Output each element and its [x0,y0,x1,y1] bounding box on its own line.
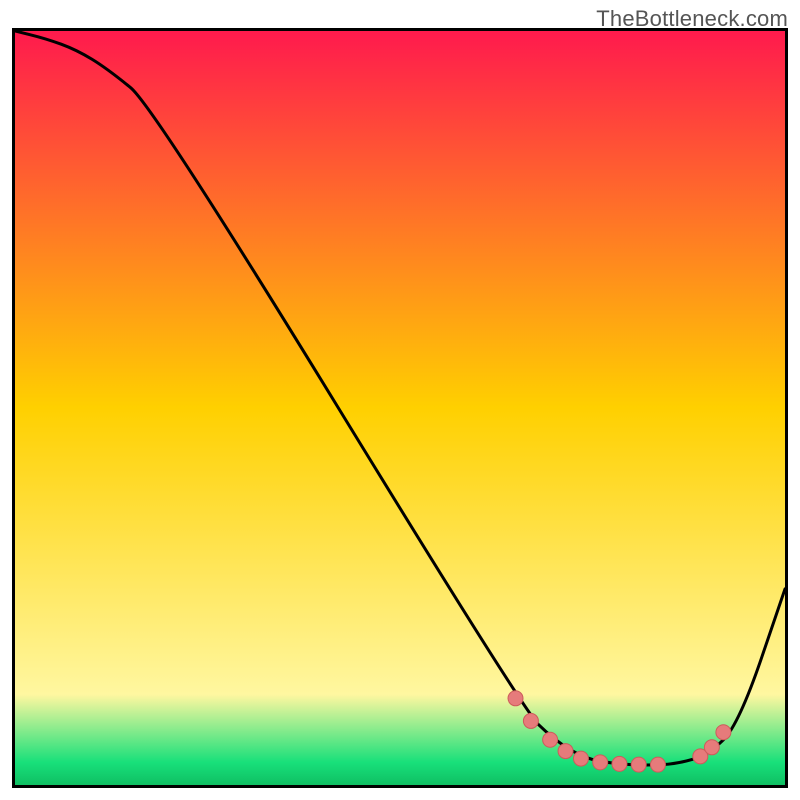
highlight-dot [558,744,573,759]
watermark-label: TheBottleneck.com [596,6,788,32]
highlight-dot [650,757,665,772]
highlight-dot [716,725,731,740]
highlight-dot [612,756,627,771]
highlight-dot [523,713,538,728]
highlight-dot [508,691,523,706]
highlight-dot [704,740,719,755]
gradient-background [15,31,785,785]
chart-root: TheBottleneck.com [0,0,800,800]
chart-svg [15,31,785,785]
plot-frame [12,28,788,788]
plot-area [15,31,785,785]
highlight-dot [631,757,646,772]
highlight-dot [593,755,608,770]
highlight-dot [543,732,558,747]
highlight-dot [573,751,588,766]
